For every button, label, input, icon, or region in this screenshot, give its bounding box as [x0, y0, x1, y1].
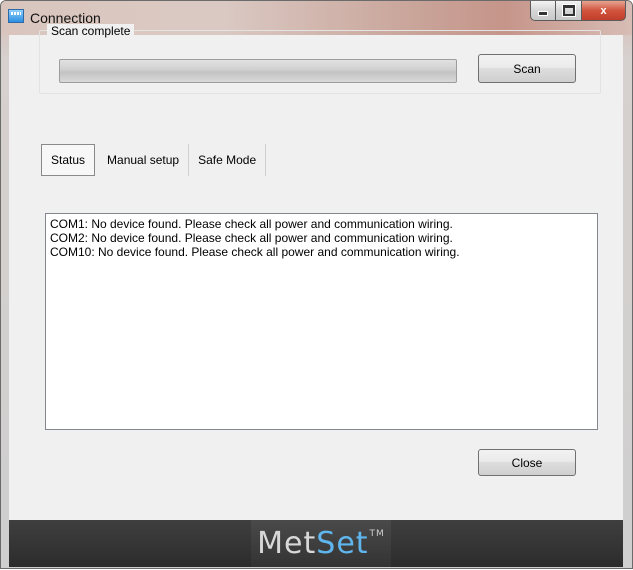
- status-log-line: COM1: No device found. Please check all …: [50, 217, 453, 231]
- tab-status[interactable]: Status: [41, 144, 96, 176]
- scan-progress-bar: [59, 59, 457, 83]
- logo-set-text: Set: [316, 525, 369, 561]
- close-button[interactable]: Close: [478, 449, 576, 476]
- tab-label: Safe Mode: [198, 153, 257, 167]
- tab-strip: Status Manual setup Safe Mode: [41, 144, 267, 176]
- close-icon: x: [600, 4, 607, 17]
- tab-label: Manual setup: [107, 153, 180, 167]
- close-window-button[interactable]: x: [582, 1, 626, 21]
- footer-banner: MetSetTM: [9, 520, 623, 567]
- tab-safe-mode[interactable]: Safe Mode: [189, 144, 267, 176]
- connection-window: Connection x Scan complete Scan Status M…: [0, 0, 633, 569]
- logo-trademark: TM: [369, 528, 385, 539]
- scan-button[interactable]: Scan: [478, 54, 576, 83]
- maximize-button[interactable]: [556, 1, 582, 21]
- minimize-icon: [538, 11, 548, 16]
- tab-manual-setup[interactable]: Manual setup: [98, 144, 190, 176]
- status-log-line: COM10: No device found. Please check all…: [50, 245, 460, 259]
- scan-status-label: Scan complete: [47, 24, 135, 38]
- metset-logo: MetSetTM: [251, 520, 391, 567]
- maximize-icon: [562, 5, 575, 16]
- app-window-icon: [8, 9, 24, 23]
- status-log-line: COM2: No device found. Please check all …: [50, 231, 453, 245]
- caption-buttons: x: [530, 1, 626, 21]
- logo-met-text: Met: [257, 525, 317, 561]
- tab-label: Status: [51, 153, 86, 167]
- minimize-button[interactable]: [530, 1, 556, 21]
- status-log[interactable]: COM1: No device found. Please check all …: [45, 213, 598, 430]
